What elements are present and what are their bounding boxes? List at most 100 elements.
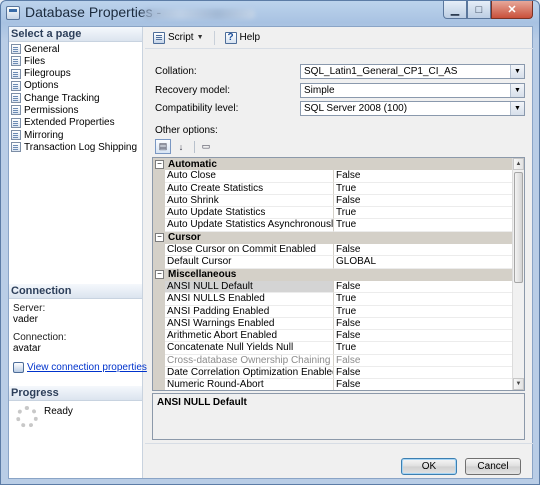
page-item-filegroups[interactable]: Filegroups: [11, 68, 142, 80]
maximize-button[interactable]: □: [467, 1, 491, 19]
property-pages-button[interactable]: ▭: [198, 139, 214, 154]
collapse-icon[interactable]: −: [155, 159, 164, 169]
property-row[interactable]: Numeric Round-Abort False: [153, 379, 513, 390]
minimize-button[interactable]: ▁: [443, 1, 467, 19]
row-gutter: [153, 330, 165, 343]
property-name: ANSI Warnings Enabled: [165, 317, 334, 331]
recovery-model-label: Recovery model:: [155, 85, 231, 96]
page-item-label: Mirroring: [24, 129, 64, 141]
page-icon: [11, 93, 21, 104]
property-value[interactable]: True: [334, 219, 513, 232]
property-row[interactable]: ANSI NULLS Enabled True: [153, 293, 513, 306]
property-row[interactable]: Auto Shrink False: [153, 194, 513, 208]
property-row[interactable]: Auto Close False: [153, 170, 513, 183]
page-icon: [11, 44, 21, 54]
row-gutter: [153, 367, 165, 380]
scrollbar-thumb[interactable]: [514, 172, 523, 283]
view-connection-properties-label: View connection properties: [27, 362, 147, 373]
recovery-model-select[interactable]: Simple ▼: [300, 83, 525, 98]
property-row[interactable]: Date Correlation Optimization Enabled Fal…: [153, 367, 513, 380]
recovery-model-value: Simple: [304, 85, 335, 96]
page-item-options[interactable]: Options: [11, 80, 142, 92]
page-list: General Files Filegroups Options Change Trac…: [9, 42, 142, 153]
property-row[interactable]: ANSI NULL Default False: [153, 280, 513, 294]
property-value[interactable]: True: [334, 342, 513, 355]
property-row[interactable]: Close Cursor on Commit Enabled False: [153, 244, 513, 257]
categorized-icon: ▤: [158, 141, 168, 151]
close-button[interactable]: ✕: [491, 1, 533, 19]
property-name: Arithmetic Abort Enabled: [165, 330, 334, 343]
connection-label: Connection:: [13, 332, 67, 343]
collapse-icon[interactable]: −: [155, 233, 164, 243]
page-item-label: Files: [24, 55, 46, 67]
alphabetical-sort-button[interactable]: ↓: [173, 139, 189, 154]
property-value[interactable]: False: [334, 318, 513, 331]
property-value[interactable]: False: [334, 170, 513, 183]
window-title: Database Properties -: [25, 4, 162, 20]
category-cursor[interactable]: − Cursor: [153, 231, 513, 245]
property-value[interactable]: False: [334, 379, 513, 390]
property-row[interactable]: Concatenate Null Yields Null True: [153, 342, 513, 355]
row-gutter: [153, 219, 165, 232]
row-gutter: [153, 342, 165, 355]
progress-status: Ready: [44, 406, 73, 417]
script-button[interactable]: Script ▼: [149, 29, 208, 47]
property-name: Auto Update Statistics: [165, 207, 334, 220]
property-row[interactable]: ANSI Padding Enabled True: [153, 305, 513, 318]
property-value[interactable]: False: [334, 195, 513, 208]
compatibility-level-select[interactable]: SQL Server 2008 (100) ▼: [300, 101, 525, 116]
toolbar-separator: [213, 30, 215, 45]
ok-button[interactable]: OK: [401, 458, 457, 475]
property-value[interactable]: False: [334, 330, 513, 343]
page-item-transaction-log-shipping[interactable]: Transaction Log Shipping: [11, 141, 142, 153]
view-connection-properties-link[interactable]: View connection properties: [13, 362, 147, 373]
property-value[interactable]: False: [334, 281, 513, 294]
vertical-scrollbar[interactable]: ▲ ▼: [512, 158, 524, 390]
help-button[interactable]: Help: [221, 29, 265, 47]
script-label: Script: [168, 32, 194, 43]
property-description-title: ANSI NULL Default: [157, 397, 247, 408]
server-label: Server:: [13, 303, 46, 314]
category-miscellaneous[interactable]: − Miscellaneous: [153, 268, 513, 281]
property-row[interactable]: ANSI Warnings Enabled False: [153, 317, 513, 331]
page-item-files[interactable]: Files: [11, 55, 142, 67]
collapse-icon[interactable]: −: [155, 270, 164, 280]
cancel-button[interactable]: Cancel: [465, 458, 521, 475]
scroll-down-button[interactable]: ▼: [513, 378, 524, 390]
property-name: ANSI NULLS Enabled: [165, 293, 334, 306]
chevron-down-icon: ▼: [510, 102, 524, 115]
property-row[interactable]: Default Cursor GLOBAL: [153, 256, 513, 269]
page-item-change-tracking[interactable]: Change Tracking: [11, 92, 142, 104]
property-row[interactable]: Auto Update Statistics True: [153, 207, 513, 220]
category-label: Automatic: [168, 158, 217, 170]
categorized-view-button[interactable]: ▤: [155, 139, 171, 154]
property-value[interactable]: True: [334, 306, 513, 318]
property-value[interactable]: False: [334, 367, 513, 380]
window-controls: ▁ □ ✕: [443, 1, 533, 20]
collation-select[interactable]: SQL_Latin1_General_CP1_CI_AS ▼: [300, 64, 525, 79]
page-item-extended-properties[interactable]: Extended Properties: [11, 117, 142, 129]
property-row[interactable]: Auto Update Statistics Asynchronously Tru…: [153, 219, 513, 232]
page-item-label: Options: [24, 80, 59, 92]
page-item-permissions[interactable]: Permissions: [11, 104, 142, 116]
property-value[interactable]: True: [334, 183, 513, 195]
help-icon: [224, 31, 237, 44]
title-bar[interactable]: Database Properties - ▁ □ ✕: [1, 1, 539, 26]
property-value[interactable]: True: [334, 293, 513, 306]
scroll-up-button[interactable]: ▲: [513, 158, 524, 170]
property-row[interactable]: Arithmetic Abort Enabled False: [153, 330, 513, 343]
property-row[interactable]: Auto Create Statistics True: [153, 182, 513, 195]
property-value[interactable]: True: [334, 207, 513, 220]
page-item-mirroring[interactable]: Mirroring: [11, 129, 142, 141]
property-value[interactable]: GLOBAL: [334, 256, 513, 269]
chevron-down-icon: ▼: [196, 34, 204, 41]
property-grid: − Automatic Auto Close False Auto Create Sta…: [152, 157, 525, 391]
property-value[interactable]: False: [334, 244, 513, 257]
database-icon: [6, 6, 20, 20]
connection-value: avatar: [13, 343, 41, 354]
category-automatic[interactable]: − Automatic: [153, 158, 513, 171]
page-item-general[interactable]: General: [11, 43, 142, 55]
page-item-label: Change Tracking: [24, 92, 100, 104]
page-icon: [11, 142, 21, 153]
property-row[interactable]: Cross-database Ownership Chaining Enable…: [153, 354, 513, 368]
